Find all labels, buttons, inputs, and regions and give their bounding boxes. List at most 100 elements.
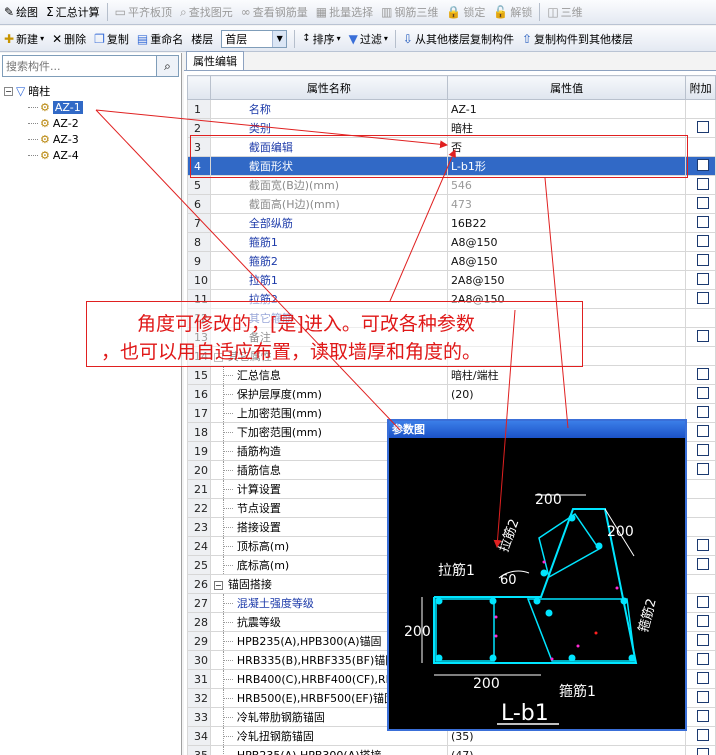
extra-checkbox[interactable] [697, 462, 710, 475]
toolbar-divider [539, 3, 541, 21]
lock-button[interactable]: 🔒 锁定 [442, 1, 489, 23]
table-row[interactable]: 6 截面高(H边)(mm) 473 [187, 194, 716, 214]
property-value-cell[interactable]: 暗柱/端柱 [446, 365, 687, 385]
extra-checkbox[interactable] [697, 215, 710, 228]
extra-checkbox[interactable] [697, 367, 710, 380]
property-name-cell: HPB235(A),HPB300(A)搭接 [209, 745, 448, 755]
rebar-dot [568, 514, 576, 522]
property-value-cell[interactable]: 16B22 [446, 213, 687, 233]
extra-checkbox[interactable] [697, 177, 710, 190]
new-button[interactable]: ✚ 新建 ▾ [0, 28, 48, 50]
property-name-cell: 截面高(H边)(mm) [209, 194, 448, 214]
rebar-dot [620, 597, 628, 605]
filter-button[interactable]: ▼ 过滤 ▾ [345, 28, 392, 50]
align-slab-button[interactable]: ▭ 平齐板顶 [111, 1, 176, 23]
property-value-cell[interactable]: A8@150 [446, 251, 687, 271]
property-value-cell[interactable]: 2A8@150 [446, 270, 687, 290]
collapse-icon[interactable]: − [4, 86, 13, 96]
search-input[interactable] [3, 56, 156, 76]
search-button[interactable]: ⌕ [156, 56, 178, 76]
row-number: 19 [187, 441, 211, 461]
extra-checkbox[interactable] [697, 557, 710, 570]
tree-item[interactable]: ⚙ AZ-4 [4, 147, 181, 163]
table-row[interactable]: 1 名称 AZ-1 [187, 99, 716, 119]
view-rebar-button[interactable]: ∞ 查看钢筋量 [237, 1, 312, 23]
extra-checkbox[interactable] [697, 234, 710, 247]
property-value-cell[interactable]: 473 [446, 194, 687, 214]
extra-checkbox[interactable] [697, 671, 710, 684]
extra-checkbox[interactable] [697, 424, 710, 437]
copy-to-floor-button[interactable]: ⇧ 复制构件到其他楼层 [518, 28, 637, 50]
extra-checkbox[interactable] [697, 120, 710, 133]
rename-button[interactable]: ▤ 重命名 [133, 28, 187, 50]
extra-checkbox[interactable] [697, 538, 710, 551]
find-element-button[interactable]: ⌕ 查找图元 [176, 1, 237, 23]
table-row[interactable]: 10 拉筋1 2A8@150 [187, 270, 716, 290]
table-row[interactable]: 7 全部纵筋 16B22 [187, 213, 716, 233]
extra-checkbox[interactable] [697, 158, 710, 171]
floor-select[interactable]: 首层 ▼ [221, 29, 288, 48]
extra-checkbox[interactable] [697, 614, 710, 627]
property-value-cell[interactable]: A8@150 [446, 232, 687, 252]
tree-item-label: AZ-4 [52, 148, 79, 162]
tree-item[interactable]: ⚙ AZ-2 [4, 115, 181, 131]
unlock-button[interactable]: 🔓 解锁 [489, 1, 536, 23]
extra-checkbox[interactable] [697, 405, 710, 418]
copy-from-floor-button[interactable]: ⇩ 从其他楼层复制构件 [399, 28, 518, 50]
extra-checkbox[interactable] [697, 291, 710, 304]
tree-item[interactable]: ⚙ AZ-3 [4, 131, 181, 147]
extra-cell [685, 612, 716, 632]
dim-right-label: 200 [607, 524, 634, 540]
property-value-cell[interactable]: AZ-1 [446, 99, 687, 119]
property-value-cell[interactable]: (20) [446, 384, 687, 404]
table-row[interactable]: 16 保护层厚度(mm) (20) [187, 384, 716, 404]
sort-button[interactable]: ↕ 排序 ▾ [298, 28, 344, 50]
delete-button[interactable]: ✕ 删除 [48, 28, 90, 50]
extra-checkbox[interactable] [697, 386, 710, 399]
table-row[interactable]: 15 汇总信息 暗柱/端柱 [187, 365, 716, 385]
extra-checkbox[interactable] [697, 253, 710, 266]
rebar-dot [540, 569, 548, 577]
table-row[interactable]: 35HPB235(A),HPB300(A)搭接(47) [187, 745, 716, 755]
center-mark [594, 631, 598, 635]
batch-select-button[interactable]: ▦ 批量选择 [312, 1, 377, 23]
copy-icon: ❐ [94, 31, 105, 46]
extra-checkbox[interactable] [697, 196, 710, 209]
draw-button[interactable]: ✎ 绘图 [0, 1, 42, 23]
extra-checkbox[interactable] [697, 709, 710, 722]
table-row[interactable]: 5 截面宽(B边)(mm) 546 [187, 175, 716, 195]
row-number: 23 [187, 517, 211, 537]
row-number: 32 [187, 688, 211, 708]
3d-button[interactable]: ◫ 三维 [543, 1, 586, 23]
property-value-cell[interactable]: (47) [446, 745, 687, 755]
extra-checkbox[interactable] [697, 272, 710, 285]
extra-cell [685, 289, 716, 309]
extra-checkbox[interactable] [697, 633, 710, 646]
extra-checkbox[interactable] [697, 443, 710, 456]
extra-checkbox[interactable] [697, 728, 710, 741]
copy-button[interactable]: ❐ 复制 [90, 28, 133, 50]
rebar-3d-icon: ▥ [381, 5, 393, 19]
row-number: 27 [187, 593, 211, 613]
tree-item[interactable]: ⚙ AZ-1 [4, 99, 181, 115]
rebar-3d-button[interactable]: ▥ 钢筋三维 [377, 1, 442, 23]
extra-checkbox[interactable] [697, 329, 710, 342]
row-number: 10 [187, 270, 211, 290]
toolbar-divider [294, 29, 296, 48]
component-list-panel: ⌕ − ▽ 暗柱 ⚙AZ-1⚙AZ-2⚙AZ-3⚙AZ-4 [0, 53, 182, 755]
table-row[interactable]: 8 箍筋1 A8@150 [187, 232, 716, 252]
group-label: 锚固搭接 [227, 578, 272, 591]
tree-root[interactable]: − ▽ 暗柱 [4, 83, 181, 99]
summary-calc-button[interactable]: Σ 汇总计算 [42, 1, 104, 23]
collapse-icon[interactable]: − [213, 581, 223, 590]
property-value-cell[interactable]: 546 [446, 175, 687, 195]
tree-item-label: AZ-1 [52, 100, 83, 114]
extra-checkbox[interactable] [697, 652, 710, 665]
dim-left-label: 200 [404, 624, 431, 640]
extra-checkbox[interactable] [697, 595, 710, 608]
extra-checkbox[interactable] [697, 690, 710, 703]
extra-checkbox[interactable] [697, 747, 710, 755]
table-row[interactable]: 9 箍筋2 A8@150 [187, 251, 716, 271]
tab-property-edit[interactable]: 属性编辑 [186, 51, 244, 70]
rebar-dot [533, 597, 541, 605]
